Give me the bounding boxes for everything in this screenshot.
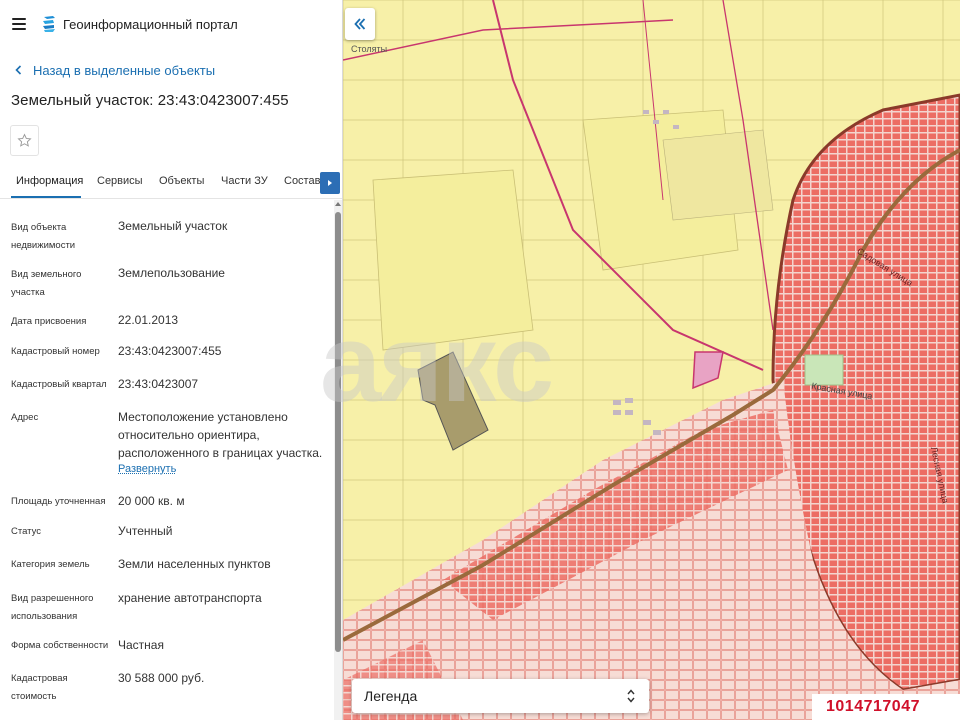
property-value: Частная <box>118 638 164 652</box>
property-label: Вид земельного участка <box>11 269 82 298</box>
property-label: Адрес <box>11 412 39 423</box>
tab-information[interactable]: Информация <box>16 175 83 187</box>
hamburger-menu-icon[interactable] <box>12 18 26 30</box>
property-value: Учтенный <box>118 524 173 538</box>
portal-logo-icon <box>43 16 55 32</box>
property-label: Форма собственности <box>11 640 109 651</box>
object-title: Земельный участок: 23:43:0423007:455 <box>11 92 289 109</box>
property-value: 20 000 кв. м <box>118 494 185 508</box>
caret-right-icon <box>328 180 332 186</box>
active-tab-indicator <box>11 196 81 198</box>
double-chevron-left-icon <box>354 18 366 30</box>
tab-objects[interactable]: Объекты <box>159 175 204 187</box>
properties-list: Вид объекта недвижимости Земельный участ… <box>0 205 334 720</box>
info-panel: Геоинформационный портал Назад в выделен… <box>0 0 343 720</box>
tab-composition[interactable]: Состав <box>284 175 320 187</box>
expand-address-link[interactable]: Развернуть <box>118 463 176 475</box>
collapse-panel-button[interactable] <box>345 8 375 40</box>
address-value: Местоположение установлено относительно … <box>118 410 323 460</box>
property-label: Кадастровая стоимость <box>11 673 68 702</box>
back-link-label: Назад в выделенные объекты <box>33 62 216 78</box>
property-label: Вид разрешенного использования <box>11 593 94 622</box>
property-label: Статус <box>11 526 42 537</box>
property-label: Дата присвоения <box>11 316 87 327</box>
tab-parcel-parts[interactable]: Части ЗУ <box>221 175 268 187</box>
property-value: 22.01.2013 <box>118 313 179 327</box>
tabs-scroll-right-button[interactable] <box>320 172 340 194</box>
property-value: Земельный участок <box>118 219 228 233</box>
scroll-up-arrow-icon[interactable] <box>335 201 341 207</box>
expand-label: Развернуть <box>118 463 177 475</box>
property-label: Категория земель <box>11 559 90 570</box>
favorite-button[interactable] <box>10 125 39 156</box>
property-label: Кадастровый квартал <box>11 379 107 390</box>
app-title: Геоинформационный портал <box>63 17 238 32</box>
property-value: 23:43:0423007:455 <box>118 344 222 358</box>
property-value: 30 588 000 руб. <box>118 671 205 685</box>
cadastral-map[interactable]: Столяты Садовая улица Красная улица Лесн… <box>343 0 960 720</box>
property-label: Кадастровый номер <box>11 346 100 357</box>
property-value: хранение автотранспорта <box>118 591 262 605</box>
legend-dropdown[interactable]: Легенда <box>352 679 649 713</box>
property-value: Земли населенных пунктов <box>118 557 271 571</box>
chevron-left-icon <box>15 65 22 75</box>
star-icon <box>17 133 32 147</box>
property-label: Вид объекта недвижимости <box>11 222 76 251</box>
property-value: 23:43:0423007 <box>118 377 199 391</box>
legend-label: Легенда <box>364 688 418 704</box>
property-value: Землепользование <box>118 266 225 280</box>
scrollbar-thumb[interactable] <box>335 212 341 652</box>
property-label: Площадь уточненная <box>11 496 106 507</box>
map-label-settlement: Столяты <box>351 44 388 54</box>
top-bar: Геоинформационный портал <box>0 0 342 50</box>
tab-services[interactable]: Сервисы <box>97 175 143 187</box>
back-to-selected-link[interactable]: Назад в выделенные объекты <box>12 60 215 80</box>
listing-id-badge: 1014717047 <box>812 694 960 720</box>
map-canvas[interactable] <box>343 0 960 720</box>
tab-bar: Информация Сервисы Объекты Части ЗУ Сост… <box>0 168 342 199</box>
up-down-arrows-icon <box>627 689 635 703</box>
